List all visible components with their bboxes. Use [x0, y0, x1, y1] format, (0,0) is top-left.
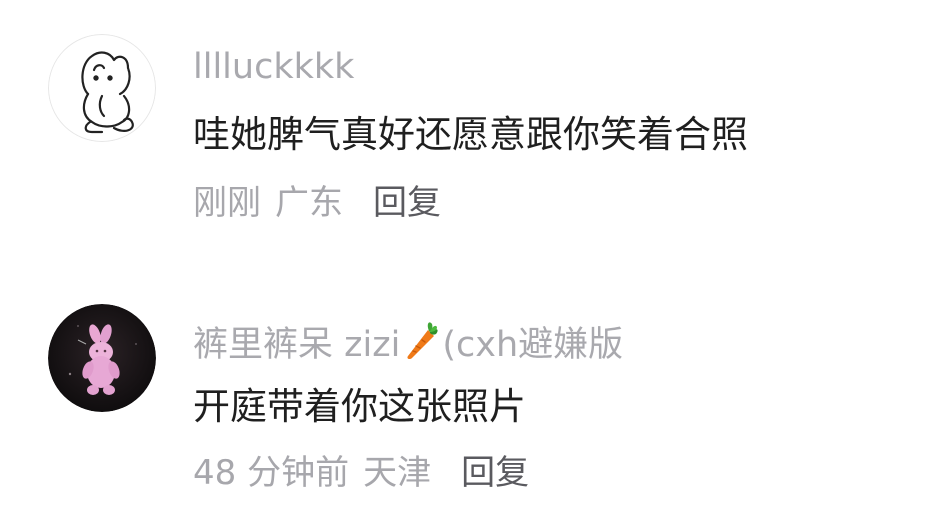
reply-button[interactable]: 回复: [373, 183, 441, 223]
comment-location: 广东: [275, 183, 343, 223]
reply-button[interactable]: 回复: [461, 453, 529, 493]
username-prefix: 裤里裤呆 zizi: [193, 325, 401, 365]
comment-username[interactable]: lllluckkkk: [193, 50, 354, 85]
user-avatar[interactable]: [48, 34, 156, 142]
comment-meta: 刚刚 广东 回复: [193, 186, 441, 220]
comment-username[interactable]: 裤里裤呆 zizi (cxh避嫌版: [193, 320, 623, 367]
comment-text: 哇她脾气真好还愿意跟你笑着合照: [193, 113, 748, 156]
comment-time: 48 分钟前: [193, 453, 350, 493]
comment-meta: 48 分钟前 天津 回复: [193, 456, 529, 490]
comment-item: 裤里裤呆 zizi (cxh避嫌版 开庭带着你这张照片 48 分钟前 天津 回复: [0, 260, 938, 518]
comment-time: 刚刚: [193, 183, 261, 223]
pink-bunny-plush-avatar-icon: [48, 304, 156, 412]
username-suffix: (cxh避嫌版: [442, 325, 624, 365]
carrot-emoji-icon: [402, 320, 440, 367]
bunny-doodle-avatar-icon: [48, 34, 156, 142]
user-avatar[interactable]: [48, 304, 156, 412]
comment-item: lllluckkkk 哇她脾气真好还愿意跟你笑着合照 刚刚 广东 回复: [0, 0, 938, 260]
comment-text: 开庭带着你这张照片: [193, 385, 526, 428]
comment-location: 天津: [363, 453, 432, 493]
